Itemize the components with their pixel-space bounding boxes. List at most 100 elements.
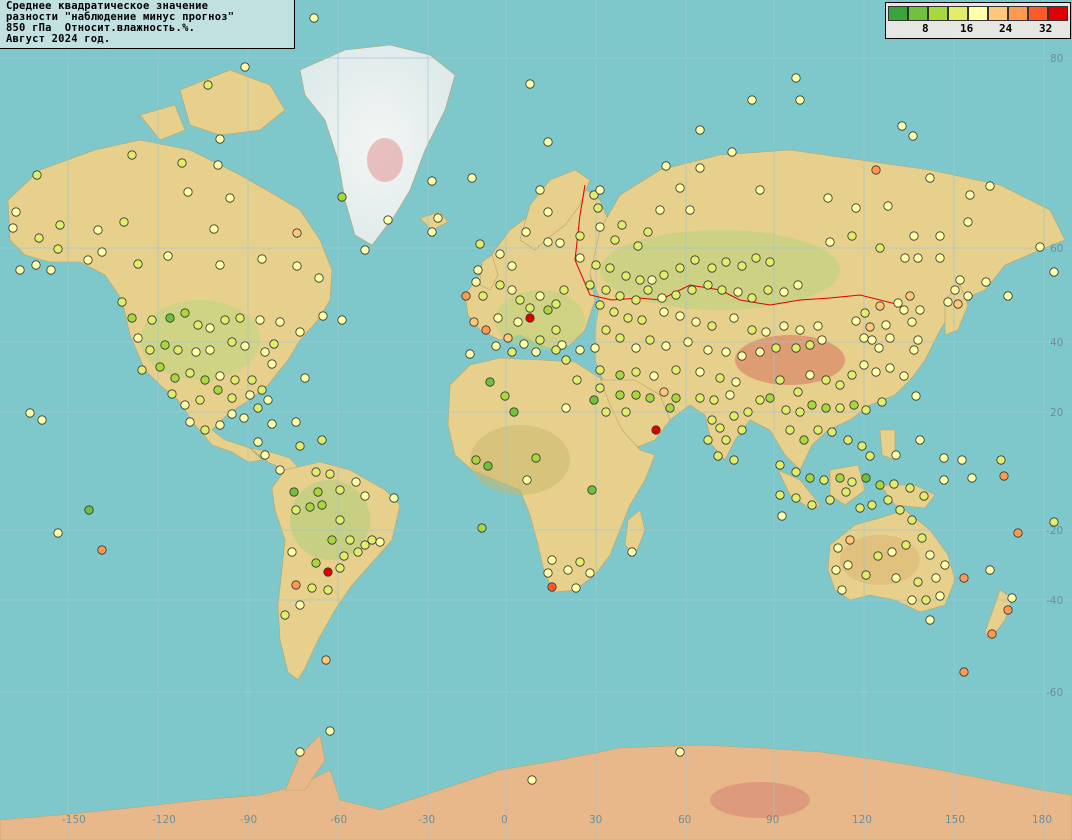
station-marker [635, 275, 645, 285]
station-marker [300, 373, 310, 383]
station-marker [37, 415, 47, 425]
station-marker [200, 425, 210, 435]
station-marker [637, 315, 647, 325]
lat-label: 20 [1050, 407, 1063, 419]
station-marker [227, 409, 237, 419]
lon-label: -60 [330, 814, 347, 826]
station-marker [877, 397, 887, 407]
station-marker [133, 259, 143, 269]
station-marker [291, 505, 301, 515]
station-marker [467, 173, 477, 183]
station-marker [335, 485, 345, 495]
station-marker [873, 551, 883, 561]
station-marker [835, 380, 845, 390]
station-marker [985, 565, 995, 575]
station-marker [595, 383, 605, 393]
station-marker [895, 505, 905, 515]
station-marker [909, 231, 919, 241]
station-marker [695, 163, 705, 173]
station-marker [925, 615, 935, 625]
station-marker [851, 203, 861, 213]
station-marker [721, 257, 731, 267]
station-marker [1035, 242, 1045, 252]
station-marker [963, 217, 973, 227]
station-marker [593, 203, 603, 213]
station-marker [685, 205, 695, 215]
station-marker [227, 337, 237, 347]
station-marker [295, 327, 305, 337]
station-marker [725, 390, 735, 400]
station-marker [908, 131, 918, 141]
station-marker [899, 305, 909, 315]
lat-label: 60 [1050, 243, 1063, 255]
station-marker [837, 585, 847, 595]
legend-swatch [1048, 6, 1068, 21]
station-marker [687, 285, 697, 295]
station-marker [885, 363, 895, 373]
station-marker [737, 351, 747, 361]
station-marker [731, 377, 741, 387]
station-marker [761, 327, 771, 337]
station-marker [589, 395, 599, 405]
station-marker [631, 367, 641, 377]
station-marker [1049, 267, 1059, 277]
station-marker [203, 80, 213, 90]
legend-swatch [888, 6, 908, 21]
station-marker [647, 275, 657, 285]
station-marker [515, 295, 525, 305]
station-marker [267, 419, 277, 429]
station-marker [491, 341, 501, 351]
station-marker [84, 505, 94, 515]
station-marker [935, 253, 945, 263]
station-marker [325, 726, 335, 736]
station-marker [575, 231, 585, 241]
station-marker [163, 251, 173, 261]
station-marker [543, 568, 553, 578]
station-marker [535, 291, 545, 301]
station-marker [715, 423, 725, 433]
legend-tick: 24 [999, 22, 1013, 35]
station-marker [795, 407, 805, 417]
station-marker [779, 321, 789, 331]
station-marker [360, 245, 370, 255]
station-marker [913, 335, 923, 345]
station-marker [145, 345, 155, 355]
station-marker [495, 280, 505, 290]
station-marker [621, 271, 631, 281]
station-marker [317, 435, 327, 445]
station-marker [53, 528, 63, 538]
station-marker [865, 451, 875, 461]
station-marker [939, 453, 949, 463]
station-marker [645, 393, 655, 403]
station-marker [799, 435, 809, 445]
station-marker [819, 475, 829, 485]
lat-label: 40 [1050, 337, 1063, 349]
station-marker [996, 455, 1006, 465]
station-marker [247, 375, 257, 385]
station-marker [547, 555, 557, 565]
station-marker [915, 435, 925, 445]
station-marker [795, 95, 805, 105]
station-marker [793, 387, 803, 397]
station-marker [551, 299, 561, 309]
station-marker [675, 747, 685, 757]
station-marker [195, 395, 205, 405]
station-marker [733, 287, 743, 297]
legend-swatch [988, 6, 1008, 21]
station-marker [471, 277, 481, 287]
station-marker [503, 333, 513, 343]
station-marker [309, 13, 319, 23]
station-marker [213, 385, 223, 395]
station-marker [507, 261, 517, 271]
station-marker [931, 573, 941, 583]
station-marker [659, 387, 669, 397]
station-marker [861, 405, 871, 415]
lon-label: 150 [945, 814, 965, 826]
lon-label: -90 [240, 814, 257, 826]
station-marker [825, 495, 835, 505]
station-marker [543, 137, 553, 147]
station-marker [615, 370, 625, 380]
station-marker [897, 121, 907, 131]
station-marker [337, 315, 347, 325]
station-marker [781, 405, 791, 415]
